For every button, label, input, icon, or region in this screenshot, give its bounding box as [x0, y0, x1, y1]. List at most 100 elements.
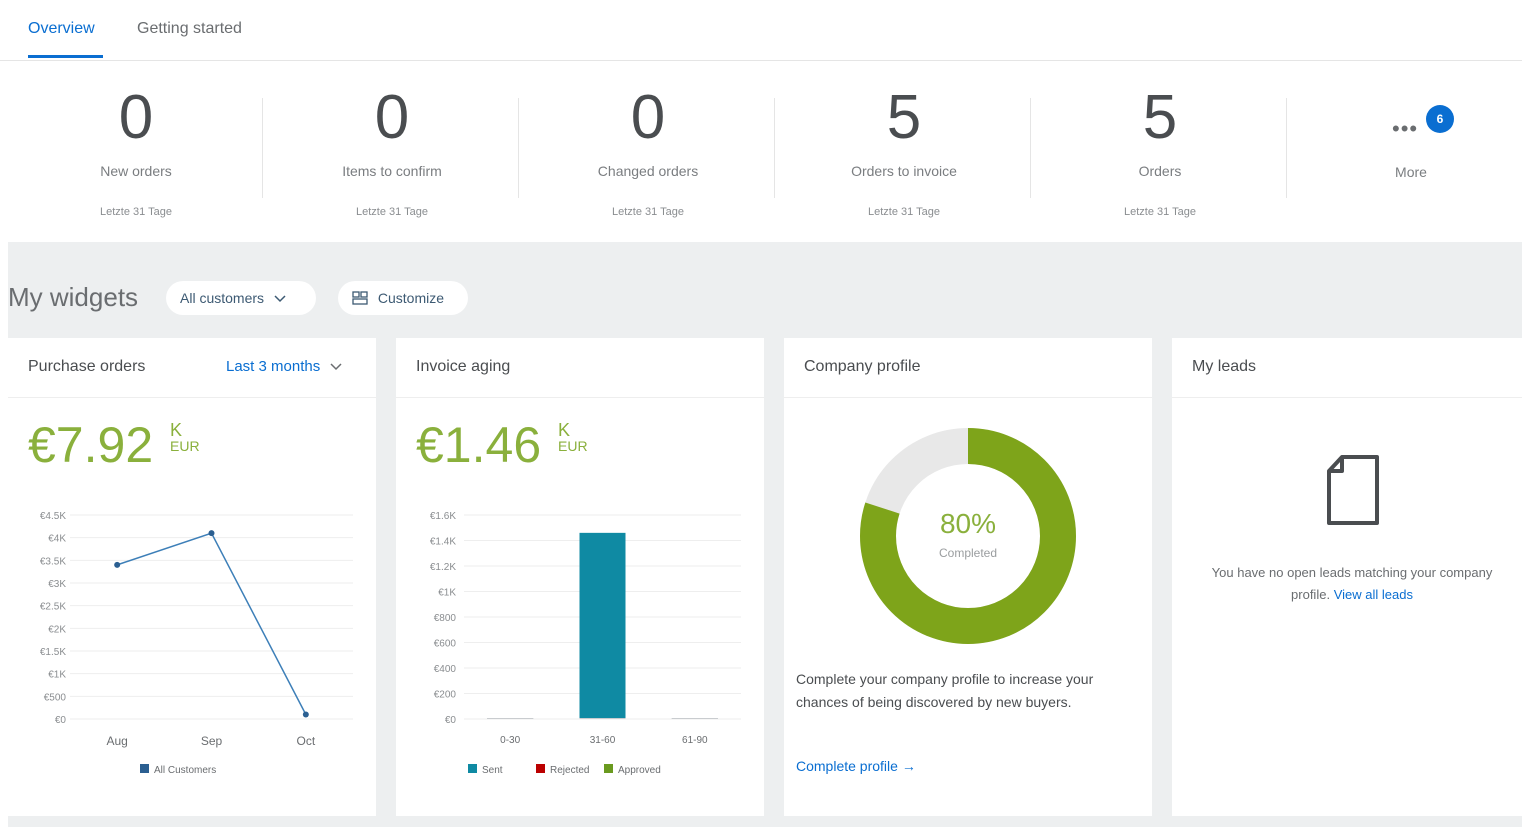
y-tick-label: €500: [44, 692, 67, 703]
y-tick-label: €4K: [48, 534, 66, 545]
tile-label: Items to confirm: [342, 163, 442, 179]
tile-period: Letzte 31 Tage: [100, 206, 172, 218]
purchase-orders-amount: €7.92: [28, 417, 154, 473]
tile-divider: [774, 98, 775, 198]
tile-changed-orders[interactable]: 0 Changed orders Letzte 31 Tage: [520, 60, 776, 242]
document-icon: [1327, 455, 1379, 525]
y-tick-label: €3.5K: [40, 556, 66, 567]
x-tick-label: Sep: [201, 734, 223, 748]
tile-divider: [1030, 98, 1031, 198]
invoice-aging-amount: €1.46: [416, 417, 542, 473]
tile-value: 5: [1142, 83, 1178, 152]
bar: [671, 718, 718, 719]
customize-button[interactable]: Customize: [338, 281, 468, 315]
y-tick-label: €800: [434, 613, 457, 624]
tile-period: Letzte 31 Tage: [612, 206, 684, 218]
company-profile-card: Company profile 80% Completed Complete y…: [784, 338, 1152, 816]
more-label: More: [1395, 164, 1427, 180]
profile-description: Complete your company profile to increas…: [796, 671, 1094, 710]
customer-filter-label: All customers: [180, 290, 265, 306]
tile-period: Letzte 31 Tage: [868, 206, 940, 218]
customize-icon: [352, 291, 368, 305]
customer-filter-dropdown[interactable]: All customers: [166, 281, 316, 315]
customize-label: Customize: [377, 290, 445, 306]
card-header: Purchase orders Last 3 months: [8, 338, 376, 398]
tab-getting-started[interactable]: Getting started: [137, 20, 242, 38]
y-tick-label: €1.5K: [40, 647, 66, 658]
x-tick-label: 61-90: [682, 735, 708, 746]
y-tick-label: €1K: [438, 588, 456, 599]
complete-profile-link[interactable]: Complete profile →: [796, 758, 916, 774]
card-title: My leads: [1192, 358, 1257, 375]
tile-divider: [262, 98, 263, 198]
amount-currency: EUR: [558, 438, 588, 454]
card-header: Invoice aging: [396, 338, 764, 398]
card-title: Company profile: [804, 358, 921, 375]
amount-scale: K: [558, 420, 571, 440]
tile-label: Orders: [1138, 163, 1182, 179]
period-dropdown[interactable]: Last 3 months: [226, 358, 342, 375]
data-point: [208, 530, 215, 537]
profile-completed-label: Completed: [938, 546, 998, 560]
amount-currency: EUR: [170, 438, 200, 454]
y-tick-label: €4.5K: [40, 511, 66, 522]
y-tick-label: €400: [434, 664, 457, 675]
tile-value: 0: [118, 83, 154, 152]
y-tick-label: €1.6K: [430, 511, 456, 522]
purchase-orders-line-chart: €4.5K €4K €3.5K €3K €2.5K €2K €1.5K €1K €500 €0 Au…: [40, 511, 353, 776]
profile-percent: 80%: [939, 508, 997, 539]
tile-divider: [518, 98, 519, 198]
card-title: Purchase orders: [28, 358, 146, 375]
leads-empty-message: You have no open leads matching your com…: [1202, 562, 1502, 606]
bar: [579, 532, 626, 719]
bar: [579, 718, 626, 719]
kpi-tiles: 0 New orders Letzte 31 Tage 0 Items to c…: [8, 60, 1522, 242]
tile-divider: [1286, 98, 1287, 198]
invoice-aging-card: Invoice aging €1.46 K EUR €1.6K €1.4K €1.2…: [396, 338, 764, 816]
y-tick-label: €0: [55, 715, 67, 726]
tile-period: Letzte 31 Tage: [1124, 206, 1196, 218]
my-leads-card: My leads You have no open leads matching…: [1172, 338, 1522, 816]
legend-label: Sent: [482, 765, 503, 776]
tile-value: 0: [630, 83, 666, 152]
view-all-leads-link[interactable]: View all leads: [1334, 587, 1413, 602]
card-header: My leads: [1172, 338, 1522, 398]
legend-label: Approved: [618, 765, 661, 776]
period-label: Last 3 months: [226, 358, 321, 375]
x-tick-label: Oct: [296, 734, 315, 748]
tile-items-to-confirm[interactable]: 0 Items to confirm Letzte 31 Tage: [264, 60, 520, 242]
legend-swatch: [604, 764, 613, 773]
active-tab-indicator: [28, 55, 103, 58]
tile-label: New orders: [100, 163, 172, 179]
y-tick-label: €0: [445, 715, 457, 726]
tile-value: 0: [374, 83, 410, 152]
y-tick-label: €200: [434, 690, 457, 701]
legend-swatch: [536, 764, 545, 773]
y-tick-label: €1.2K: [430, 562, 456, 573]
legend-label: Rejected: [550, 765, 589, 776]
amount-unit: K EUR: [170, 421, 200, 454]
more-count-badge: 6: [1426, 105, 1454, 133]
legend-swatch: [468, 764, 477, 773]
chevron-down-icon: [330, 363, 342, 371]
y-tick-label: €600: [434, 639, 457, 650]
card-header: Company profile: [784, 338, 1152, 398]
legend-swatch: [140, 764, 149, 773]
more-dots-icon[interactable]: •••: [1392, 116, 1418, 142]
x-tick-label: Aug: [106, 734, 127, 748]
tab-overview[interactable]: Overview: [28, 20, 95, 38]
bar: [487, 718, 534, 719]
tile-orders[interactable]: 5 Orders Letzte 31 Tage: [1032, 60, 1288, 242]
tile-new-orders[interactable]: 0 New orders Letzte 31 Tage: [8, 60, 264, 242]
x-tick-label: 31-60: [590, 735, 616, 746]
tile-period: Letzte 31 Tage: [356, 206, 428, 218]
chevron-down-icon: [274, 295, 286, 303]
tile-orders-to-invoice[interactable]: 5 Orders to invoice Letzte 31 Tage: [776, 60, 1032, 242]
tile-value: 5: [886, 83, 922, 152]
data-point: [114, 561, 121, 568]
widgets-title: My widgets: [8, 282, 139, 312]
y-tick-label: €2.5K: [40, 602, 66, 613]
tab-bar: Overview Getting started: [0, 0, 1522, 61]
x-tick-label: 0-30: [500, 735, 520, 746]
purchase-orders-card: Purchase orders Last 3 months €7.92 K EU…: [8, 338, 376, 816]
